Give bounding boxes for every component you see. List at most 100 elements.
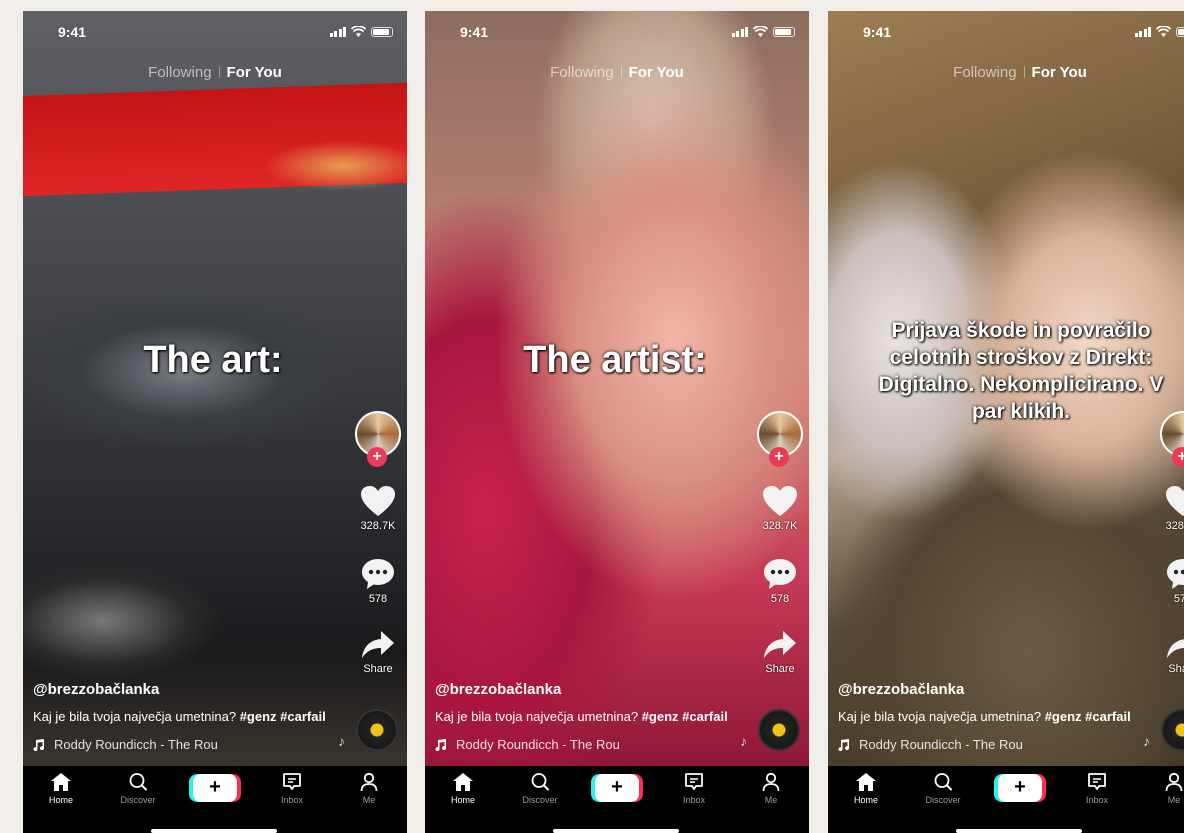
plus-icon[interactable]: + [367,447,387,467]
post-username[interactable]: @brezzobačlanka [435,681,755,698]
nav-inbox-label: Inbox [682,795,706,805]
nav-home-label: Home [853,795,878,805]
tab-divider [1023,66,1025,78]
wifi-icon [351,26,366,37]
wifi-icon [753,26,768,37]
phone-screen-2: 9:41 Following For You The artist: + 328.… [425,11,809,833]
nav-inbox[interactable]: Inbox [664,772,724,805]
post-description: Kaj je bila tvoja največja umetnina? #ge… [838,709,1158,724]
post-description: Kaj je bila tvoja največja umetnina? #ge… [435,709,755,724]
post-username[interactable]: @brezzobačlanka [33,681,353,698]
post-description-text: Kaj je bila tvoja največja umetnina? [33,709,237,724]
share-button[interactable]: Share [1160,630,1184,675]
share-arrow-icon [362,631,394,658]
comment-button[interactable]: 578 [355,558,401,605]
home-indicator[interactable] [956,829,1082,833]
home-indicator[interactable] [553,829,679,833]
music-row[interactable]: Roddy Roundicch - The Rou [435,737,755,752]
signal-icon [329,26,346,37]
nav-me-label: Me [362,795,376,805]
nav-home[interactable]: Home [433,772,493,805]
post-hashtags[interactable]: #genz #carfail [1045,709,1131,724]
battery-icon [371,26,393,37]
share-arrow-icon [1167,639,1184,658]
comment-bubble-icon [362,559,394,589]
home-icon [51,773,71,791]
like-button[interactable]: 328.7K [1160,485,1184,532]
video-player[interactable] [425,11,809,766]
music-note-icon: ♪ [1143,733,1150,749]
search-icon [934,773,952,791]
like-button[interactable]: 328.7K [757,485,803,532]
post-description: Kaj je bila tvoja največja umetnina? #ge… [33,709,353,724]
share-button[interactable]: Share [757,630,803,675]
inbox-icon [1088,773,1106,790]
comment-count: 578 [368,593,388,605]
tab-for-you[interactable]: For You [1032,64,1087,81]
create-button[interactable]: + [193,774,237,802]
status-bar: 9:41 [23,23,407,43]
share-label: Share [1168,663,1184,675]
plus-icon[interactable]: + [769,447,789,467]
comment-count: 578 [770,593,790,605]
bottom-nav: Home Discover + Inbox Me [23,766,407,833]
music-row[interactable]: Roddy Roundicch - The Rou [838,737,1158,752]
battery-icon [773,26,795,37]
video-caption: The artist: [523,339,707,381]
music-title: Roddy Roundicch - The Rou [859,737,1023,752]
nav-discover[interactable]: Discover [510,772,570,805]
like-button[interactable]: 328.7K [355,485,401,532]
inbox-icon [283,773,301,790]
tab-following[interactable]: Following [550,64,613,81]
music-note-icon [435,738,447,751]
tab-divider [620,66,622,78]
like-count: 328.7K [360,520,396,532]
nav-me[interactable]: Me [741,772,801,805]
comment-count: 578 [1173,593,1184,605]
post-username[interactable]: @brezzobačlanka [838,681,1158,698]
profile-icon [1165,772,1183,792]
music-disc[interactable] [758,709,800,751]
post-hashtags[interactable]: #genz #carfail [240,709,326,724]
nav-me[interactable]: Me [339,772,399,805]
home-indicator[interactable] [151,829,277,833]
nav-inbox[interactable]: Inbox [262,772,322,805]
video-player[interactable] [23,11,407,766]
nav-me[interactable]: Me [1144,772,1184,805]
search-icon [129,773,147,791]
home-icon [453,773,473,791]
comment-bubble-icon [1167,559,1184,589]
music-row[interactable]: Roddy Roundicch - The Rou [33,737,353,752]
like-count: 328.7K [762,520,798,532]
nav-discover[interactable]: Discover [108,772,168,805]
comment-button[interactable]: 578 [1160,558,1184,605]
nav-discover-label: Discover [522,795,558,805]
music-note-icon: ♪ [338,733,345,749]
tab-following[interactable]: Following [148,64,211,81]
post-description-text: Kaj je bila tvoja največja umetnina? [435,709,639,724]
post-info: @brezzobačlanka Kaj je bila tvoja največ… [435,681,755,752]
status-time: 9:41 [460,24,489,40]
tab-for-you[interactable]: For You [629,64,684,81]
tab-for-you[interactable]: For You [227,64,282,81]
music-note-icon [33,738,45,751]
tab-following[interactable]: Following [953,64,1016,81]
nav-inbox[interactable]: Inbox [1067,772,1127,805]
share-label: Share [363,663,393,675]
create-button[interactable]: + [595,774,639,802]
post-hashtags[interactable]: #genz #carfail [642,709,728,724]
post-info: @brezzobačlanka Kaj je bila tvoja največ… [33,681,353,752]
tab-divider [218,66,220,78]
share-label: Share [765,663,795,675]
music-disc[interactable] [356,709,398,751]
share-button[interactable]: Share [355,630,401,675]
share-arrow-icon [764,631,796,658]
nav-home[interactable]: Home [836,772,896,805]
wifi-icon [1156,26,1171,37]
create-button[interactable]: + [998,774,1042,802]
comment-bubble-icon [764,559,796,589]
nav-home[interactable]: Home [31,772,91,805]
nav-discover[interactable]: Discover [913,772,973,805]
comment-button[interactable]: 578 [757,558,803,605]
nav-discover-label: Discover [120,795,156,805]
